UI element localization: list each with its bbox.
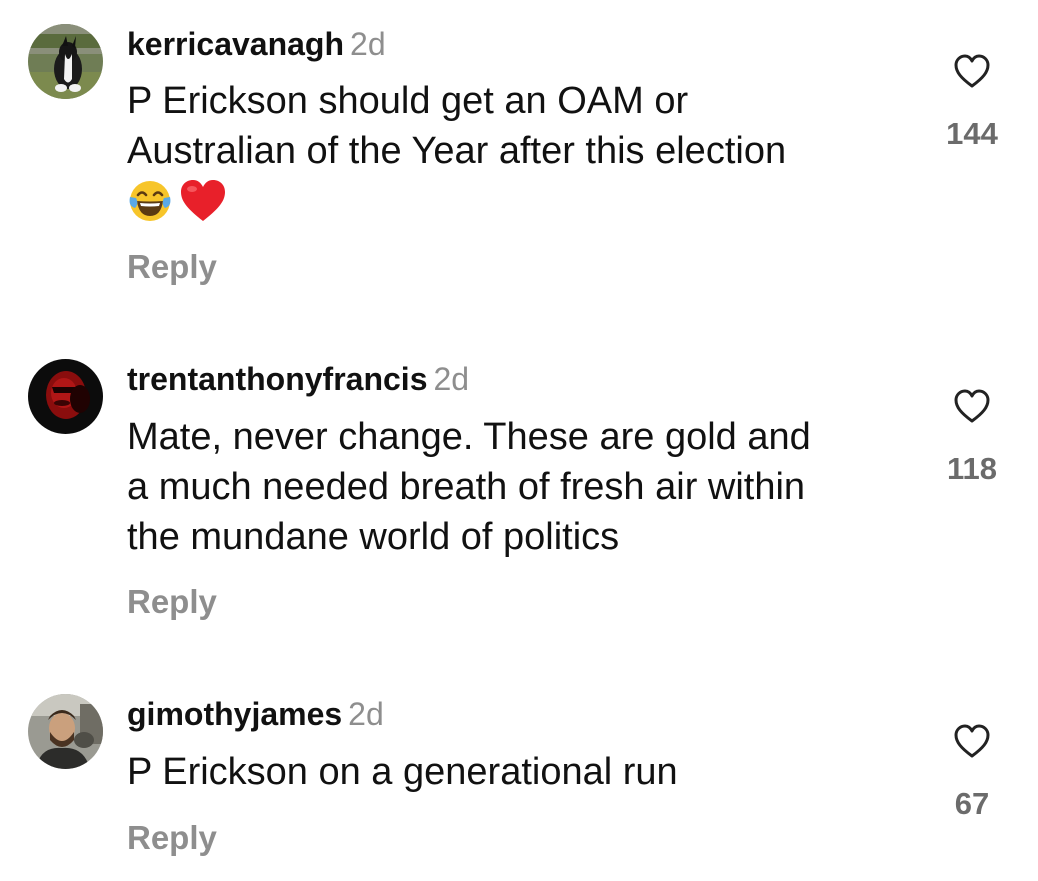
comment-line: P Erickson should get an OAM or <box>127 80 689 122</box>
emoji-row <box>127 176 917 226</box>
timestamp: 2d <box>348 696 384 732</box>
comment-line: a much needed breath of fresh air within <box>127 466 806 508</box>
red-portrait-avatar-icon <box>28 359 103 434</box>
username[interactable]: kerricavanagh <box>127 26 344 62</box>
like-control: 144 <box>920 52 1024 152</box>
laughing-tears-emoji-icon <box>129 181 171 221</box>
comment-header: trentanthonyfrancis 2d <box>127 359 469 399</box>
avatar[interactable] <box>28 359 103 434</box>
reply-button[interactable]: Reply <box>127 247 217 287</box>
like-control: 118 <box>920 387 1024 487</box>
comment-line: Australian of the Year after this electi… <box>127 130 787 172</box>
heart-outline-icon[interactable] <box>952 722 992 762</box>
comment-text: P Erickson should get an OAM or Australi… <box>127 76 917 226</box>
avatar[interactable] <box>28 24 103 99</box>
username[interactable]: gimothyjames <box>127 696 342 732</box>
comment-line: P Erickson on a generational run <box>127 751 678 793</box>
person-avatar-icon <box>28 694 103 769</box>
heart-outline-icon[interactable] <box>952 387 992 427</box>
heart-outline-icon[interactable] <box>952 52 992 92</box>
like-count: 67 <box>954 786 990 821</box>
timestamp: 2d <box>433 361 470 397</box>
comment-header: gimothyjames 2d <box>127 694 384 734</box>
like-control: 67 <box>920 722 1024 822</box>
like-count: 118 <box>946 451 997 486</box>
comment-line: Mate, never change. These are gold and <box>127 416 811 458</box>
username[interactable]: trentanthonyfrancis <box>127 361 427 397</box>
comment-header: kerricavanagh 2d <box>127 24 386 64</box>
comment-line: the mundane world of politics <box>127 516 620 558</box>
comment-text: Mate, never change. These are gold and a… <box>127 412 917 562</box>
avatar[interactable] <box>28 694 103 769</box>
dog-avatar-icon <box>28 24 103 99</box>
reply-button[interactable]: Reply <box>127 818 217 858</box>
red-heart-emoji-icon <box>181 180 225 221</box>
comment-text: P Erickson on a generational run <box>127 747 917 797</box>
reply-button[interactable]: Reply <box>127 582 217 622</box>
like-count: 144 <box>946 116 998 151</box>
timestamp: 2d <box>350 26 386 62</box>
